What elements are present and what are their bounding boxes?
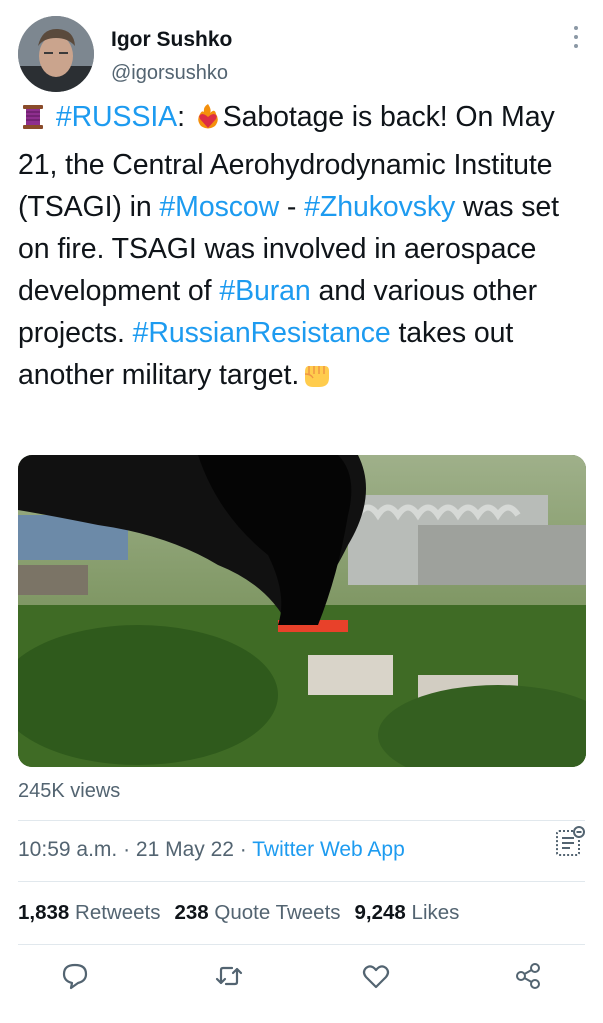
analytics-icon[interactable] (555, 826, 585, 858)
heart-on-fire-emoji (193, 102, 223, 144)
retweets-count: 1,838 (18, 901, 70, 924)
tweet-time[interactable]: 10:59 a.m. (18, 838, 117, 861)
hashtag-moscow[interactable]: #Moscow (159, 191, 279, 223)
tweet-media-image[interactable] (18, 455, 586, 767)
raised-fist-emoji (299, 358, 333, 402)
tweet-actions (0, 955, 603, 1005)
tweet-meta: 10:59 a.m. · 21 May 22 · Twitter Web App (18, 838, 405, 862)
likes-label: Likes (411, 901, 460, 924)
quotes-stat[interactable]: 238 Quote Tweets (174, 901, 340, 924)
divider (18, 944, 585, 945)
quotes-label: Quote Tweets (214, 901, 341, 924)
tweet-text: #RUSSIA: Sabotage is back! On May 21, th… (18, 96, 593, 402)
likes-stat[interactable]: 9,248 Likes (355, 901, 460, 924)
divider (18, 881, 585, 882)
like-icon[interactable] (361, 961, 391, 991)
hashtag-buran[interactable]: #Buran (219, 275, 310, 307)
tweet-header: Igor Sushko @igorsushko (18, 16, 585, 96)
meta-separator: · (117, 838, 136, 861)
tweet-stats: 1,838 Retweets 238 Quote Tweets 9,248 Like… (18, 901, 459, 925)
hashtag-zhukovsky[interactable]: #Zhukovsky (304, 191, 455, 223)
more-options-icon[interactable] (573, 26, 579, 52)
tweet-source[interactable]: Twitter Web App (252, 838, 405, 861)
share-icon[interactable] (513, 961, 543, 991)
likes-count: 9,248 (354, 901, 406, 924)
tweet-date[interactable]: 21 May 22 (136, 838, 234, 861)
divider (18, 820, 585, 821)
avatar[interactable] (18, 16, 94, 92)
hashtag-russianresistance[interactable]: #RussianResistance (133, 317, 391, 349)
thread-spool-emoji (18, 102, 48, 144)
views-count: 245K views (18, 780, 121, 802)
retweets-label: Retweets (75, 901, 161, 924)
text-fragment: - (279, 191, 305, 223)
author-handle[interactable]: @igorsushko (111, 62, 228, 85)
retweet-icon[interactable] (214, 961, 244, 991)
author-name[interactable]: Igor Sushko (111, 28, 232, 52)
retweets-stat[interactable]: 1,838 Retweets (18, 901, 160, 924)
text-fragment: : (177, 101, 193, 133)
meta-separator: · (233, 838, 253, 861)
quotes-count: 238 (174, 901, 209, 924)
hashtag-russia[interactable]: #RUSSIA (56, 101, 177, 133)
reply-icon[interactable] (60, 961, 90, 991)
